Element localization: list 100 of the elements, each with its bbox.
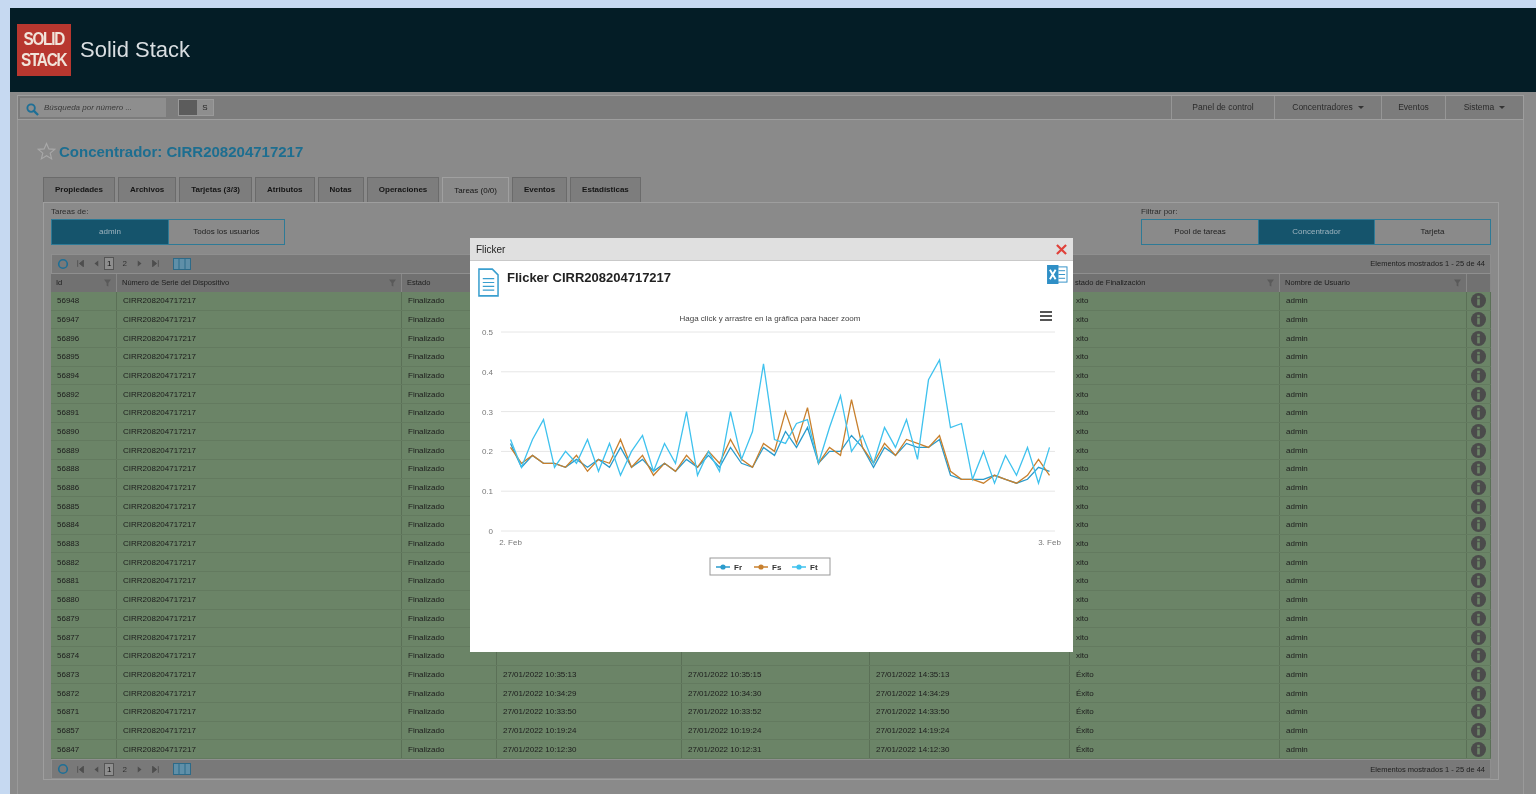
table-cell: xito bbox=[1076, 352, 1089, 362]
filter-icon[interactable] bbox=[389, 278, 396, 287]
tab[interactable]: Operaciones bbox=[366, 176, 440, 202]
columns-icon[interactable] bbox=[172, 763, 191, 775]
axis-label: 0.4 bbox=[481, 367, 493, 377]
info-icon[interactable] bbox=[1471, 536, 1486, 552]
info-icon[interactable] bbox=[1471, 498, 1486, 514]
spreadsheet-icon[interactable] bbox=[1047, 265, 1068, 284]
tab[interactable]: Tarjetas (3/3) bbox=[179, 176, 252, 202]
table-cell: Finalizado bbox=[408, 669, 445, 679]
info-icon[interactable] bbox=[1471, 461, 1486, 477]
info-icon[interactable] bbox=[1471, 685, 1486, 701]
nav-menu-item[interactable]: Eventos bbox=[1381, 96, 1445, 119]
first-page-icon[interactable] bbox=[76, 260, 86, 268]
previous-page-icon[interactable] bbox=[93, 260, 99, 268]
search-field[interactable]: Búsqueda por número ... bbox=[20, 98, 166, 117]
table-cell: 27/01/2022 14:12:30 bbox=[876, 744, 950, 754]
table-cell: Finalizado bbox=[408, 445, 445, 455]
info-icon[interactable] bbox=[1471, 330, 1486, 346]
refresh-icon[interactable] bbox=[57, 257, 69, 270]
filter-icon[interactable] bbox=[1454, 278, 1461, 287]
table-cell: Éxito bbox=[1076, 725, 1094, 735]
table-cell: xito bbox=[1076, 651, 1089, 661]
table-cell: 56883 bbox=[57, 539, 80, 549]
nav-menu-item[interactable]: Panel de control bbox=[1171, 96, 1274, 119]
info-icon[interactable] bbox=[1471, 722, 1486, 738]
tab[interactable]: Notas bbox=[317, 176, 364, 202]
close-icon[interactable] bbox=[1056, 243, 1067, 255]
filter-option-button[interactable]: Concentrador bbox=[1258, 219, 1374, 244]
table-cell: xito bbox=[1076, 576, 1089, 586]
star-icon[interactable] bbox=[37, 142, 56, 162]
table-cell: CIRR208204717217 bbox=[123, 744, 196, 754]
filter-option-button[interactable]: admin bbox=[52, 219, 168, 244]
columns-icon[interactable] bbox=[172, 257, 191, 270]
table-cell: Finalizado bbox=[408, 520, 445, 530]
table-cell: CIRR208204717217 bbox=[123, 314, 196, 324]
menu-icon[interactable] bbox=[1040, 311, 1052, 321]
info-icon[interactable] bbox=[1471, 311, 1486, 327]
filter-icon[interactable] bbox=[104, 278, 111, 287]
info-icon[interactable] bbox=[1471, 610, 1486, 626]
first-page-icon[interactable] bbox=[76, 765, 86, 773]
info-icon[interactable] bbox=[1471, 517, 1486, 533]
tab[interactable]: Estadísticas bbox=[570, 176, 641, 202]
info-icon[interactable] bbox=[1471, 704, 1486, 720]
table-cell: xito bbox=[1076, 557, 1089, 567]
info-icon[interactable] bbox=[1471, 480, 1486, 496]
last-page-icon[interactable] bbox=[149, 765, 160, 773]
table-cell: Finalizado bbox=[408, 370, 445, 380]
table-cell: CIRR208204717217 bbox=[123, 632, 196, 642]
legend-item[interactable]: Fr bbox=[715, 563, 742, 572]
legend-item[interactable]: Ft bbox=[791, 563, 818, 572]
table-cell: CIRR208204717217 bbox=[123, 296, 196, 306]
previous-page-icon[interactable] bbox=[93, 765, 99, 773]
table-cell: CIRR208204717217 bbox=[123, 426, 196, 436]
table-cell: CIRR208204717217 bbox=[123, 539, 196, 549]
info-icon[interactable] bbox=[1471, 367, 1486, 383]
tab[interactable]: Eventos bbox=[511, 176, 568, 202]
dialog-title: Flicker bbox=[476, 243, 506, 255]
axis-label: 0.2 bbox=[481, 447, 493, 457]
info-icon[interactable] bbox=[1471, 741, 1486, 757]
info-icon[interactable] bbox=[1471, 442, 1486, 458]
toggle-switch[interactable]: S bbox=[178, 99, 214, 116]
tab[interactable]: Atributos bbox=[255, 176, 315, 202]
table-cell: 27/01/2022 10:34:30 bbox=[688, 688, 762, 698]
next-page-icon[interactable] bbox=[136, 765, 143, 773]
table-cell: 56882 bbox=[57, 557, 80, 567]
table-cell: Finalizado bbox=[408, 725, 445, 735]
page-button[interactable]: 2 bbox=[119, 762, 130, 776]
tab[interactable]: Archivos bbox=[118, 176, 177, 202]
table-cell: 27/01/2022 10:12:30 bbox=[503, 744, 577, 754]
info-icon[interactable] bbox=[1471, 423, 1486, 439]
info-icon[interactable] bbox=[1471, 386, 1486, 402]
info-icon[interactable] bbox=[1471, 629, 1486, 645]
table-cell: 27/01/2022 10:19:24 bbox=[688, 725, 762, 735]
axis-label: 3. Feb bbox=[1038, 538, 1061, 547]
next-page-icon[interactable] bbox=[136, 260, 143, 268]
info-icon[interactable] bbox=[1471, 648, 1486, 664]
page-button[interactable]: 1 bbox=[104, 762, 115, 776]
tab[interactable]: Tareas (0/0) bbox=[442, 176, 509, 203]
filter-icon[interactable] bbox=[1267, 278, 1274, 287]
info-icon[interactable] bbox=[1471, 554, 1486, 570]
nav-menu-item[interactable]: Concentradores bbox=[1274, 96, 1381, 119]
table-cell: 27/01/2022 10:35:13 bbox=[503, 669, 577, 679]
table-cell: 56895 bbox=[57, 352, 80, 362]
table-cell: CIRR208204717217 bbox=[123, 370, 196, 380]
table-cell: 27/01/2022 14:34:29 bbox=[876, 688, 950, 698]
table-cell: 56872 bbox=[57, 688, 80, 698]
page-button[interactable]: 2 bbox=[119, 257, 130, 271]
info-icon[interactable] bbox=[1471, 349, 1486, 365]
info-icon[interactable] bbox=[1471, 293, 1486, 309]
info-icon[interactable] bbox=[1471, 592, 1486, 608]
page-button[interactable]: 1 bbox=[104, 257, 115, 271]
legend-item[interactable]: Fs bbox=[753, 563, 782, 572]
last-page-icon[interactable] bbox=[149, 260, 160, 268]
tab[interactable]: Propiedades bbox=[43, 176, 115, 202]
info-icon[interactable] bbox=[1471, 405, 1486, 421]
refresh-icon[interactable] bbox=[57, 763, 69, 775]
info-icon[interactable] bbox=[1471, 666, 1486, 682]
nav-menu-item[interactable]: Sistema bbox=[1445, 96, 1523, 119]
info-icon[interactable] bbox=[1471, 573, 1486, 589]
